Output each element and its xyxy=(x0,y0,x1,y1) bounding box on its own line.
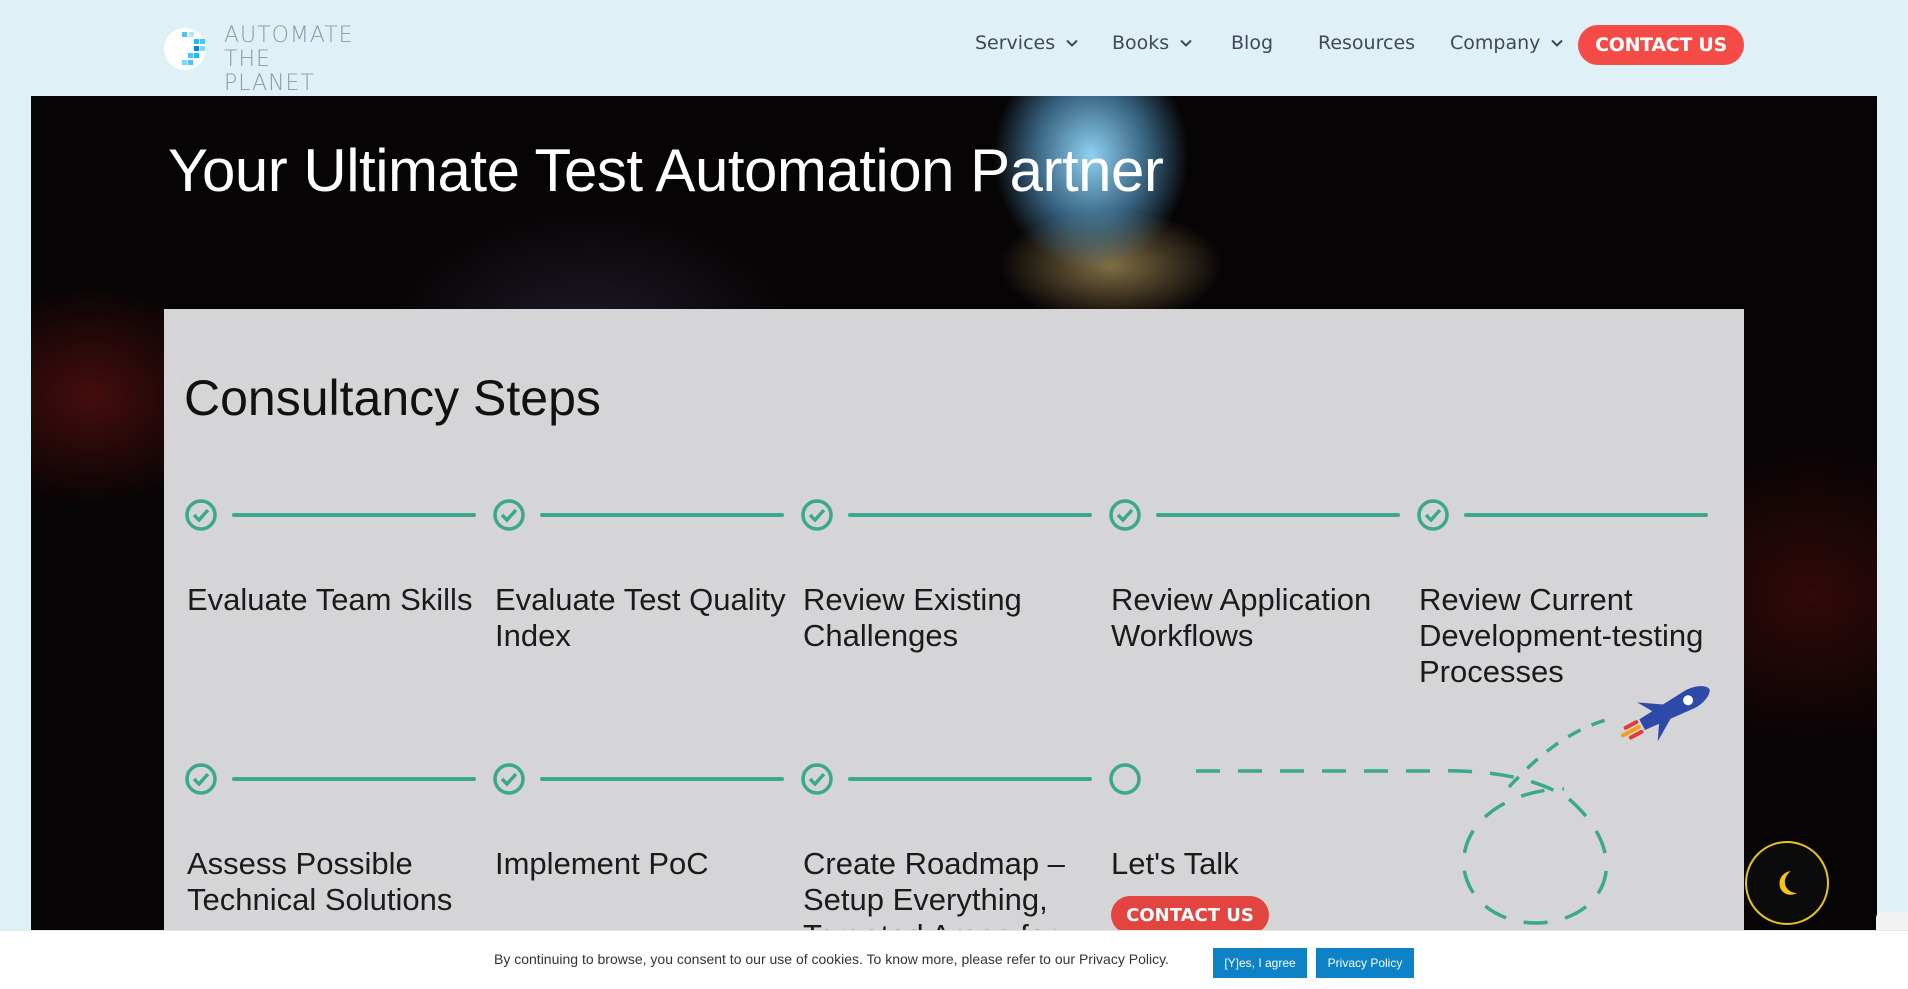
logo-line-2: THE PLANET xyxy=(224,47,315,96)
nav-item-label: Company xyxy=(1450,32,1541,54)
privacy-policy-button[interactable]: Privacy Policy xyxy=(1316,948,1414,978)
dark-mode-toggle-button[interactable] xyxy=(1745,841,1829,925)
check-circle-icon xyxy=(1109,499,1141,531)
cookie-agree-button[interactable]: [Y]es, I agree xyxy=(1213,948,1307,978)
step-connector-line xyxy=(232,777,476,781)
nav-item-services[interactable]: Services xyxy=(975,32,1079,54)
planet-dots-logo-icon xyxy=(164,28,206,70)
check-circle-icon xyxy=(185,499,217,531)
hero-title: Your Ultimate Test Automation Partner xyxy=(168,137,1164,204)
nav-item-label: Services xyxy=(975,32,1056,54)
check-circle-icon xyxy=(185,763,217,795)
rocket-icon xyxy=(1620,686,1710,742)
lets-talk-contact-button[interactable]: CONTACT US xyxy=(1111,896,1269,934)
check-circle-icon xyxy=(801,763,833,795)
step-connector-line xyxy=(540,777,784,781)
step-label: Review Existing Challenges xyxy=(803,582,1022,653)
chevron-down-icon xyxy=(1066,39,1078,47)
step-connector-line xyxy=(1464,513,1708,517)
step-connector-line xyxy=(1156,513,1400,517)
step-label: Implement PoC xyxy=(495,846,709,881)
nav-item-resources[interactable]: Resources xyxy=(1318,32,1415,54)
cookie-consent-bar: By continuing to browse, you consent to … xyxy=(0,930,1908,989)
contact-us-button[interactable]: CONTACT US xyxy=(1578,25,1744,65)
nav-item-books[interactable]: Books xyxy=(1112,32,1193,54)
cookie-consent-text: By continuing to browse, you consent to … xyxy=(494,951,1169,967)
step-label: Evaluate Team Skills xyxy=(187,582,473,617)
site-logo[interactable]: AUTOMATE THE PLANET xyxy=(164,24,364,96)
step-connector-line xyxy=(848,777,1092,781)
step-connector-line xyxy=(232,513,476,517)
nav-item-company[interactable]: Company xyxy=(1450,32,1564,54)
site-header: AUTOMATE THE PLANET Services Books Blog … xyxy=(0,0,1908,96)
check-circle-icon xyxy=(1417,499,1449,531)
step-label: Review Application Workflows xyxy=(1111,582,1372,653)
consultancy-steps-panel: Consultancy Steps Evaluate Team Skills E… xyxy=(164,309,1744,988)
chevron-down-icon xyxy=(1551,39,1564,47)
moon-icon xyxy=(1779,871,1797,895)
check-circle-icon xyxy=(493,763,525,795)
step-connector-line xyxy=(848,513,1092,517)
logo-line-1: AUTOMATE xyxy=(224,23,354,48)
chevron-down-icon xyxy=(1180,39,1192,47)
empty-circle-icon xyxy=(1109,763,1141,795)
step-label: Let's Talk xyxy=(1111,846,1239,881)
nav-item-label: Blog xyxy=(1231,32,1273,54)
check-circle-icon xyxy=(801,499,833,531)
hero-section: Your Ultimate Test Automation Partner Co… xyxy=(31,96,1877,988)
nav-item-label: Resources xyxy=(1318,32,1416,54)
step-label: Evaluate Test Quality Index xyxy=(495,582,786,653)
nav-item-blog[interactable]: Blog xyxy=(1231,32,1273,54)
logo-wordmark: AUTOMATE THE PLANET xyxy=(224,24,364,96)
nav-item-label: Books xyxy=(1112,32,1170,54)
check-circle-icon xyxy=(493,499,525,531)
step-label: Assess Possible Technical Solutions xyxy=(187,846,453,917)
step-connector-line xyxy=(540,513,784,517)
